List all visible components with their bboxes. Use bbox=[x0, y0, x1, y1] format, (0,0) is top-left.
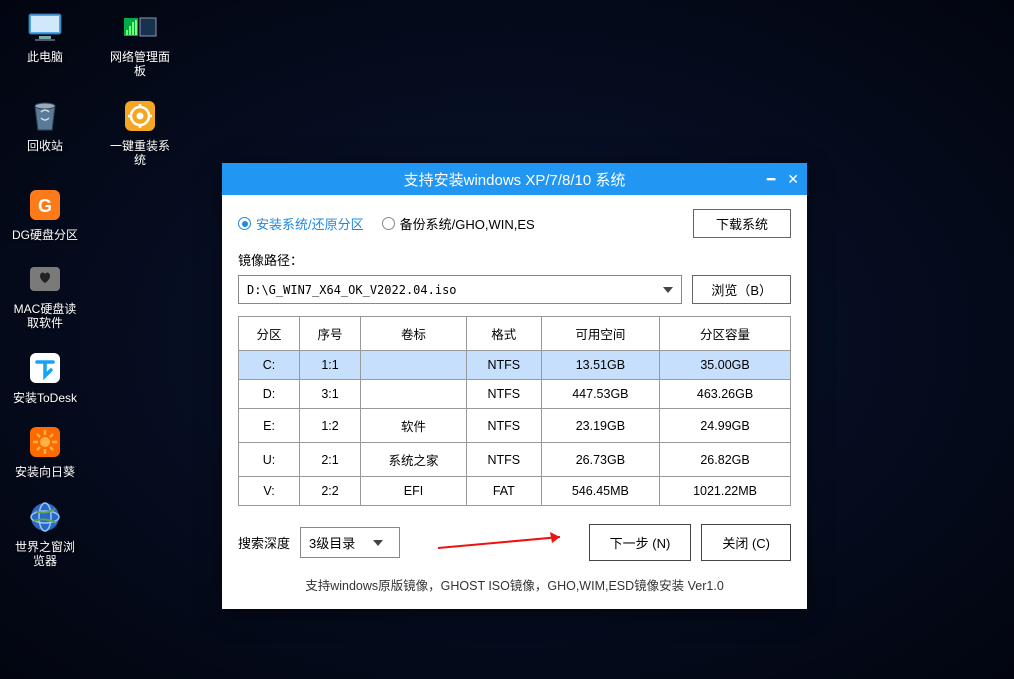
theworld-browser-icon bbox=[24, 498, 66, 536]
todesk-icon bbox=[24, 349, 66, 387]
desktop-icon-theworld-browser[interactable]: 世界之窗浏览器 bbox=[10, 498, 80, 569]
col-format: 格式 bbox=[466, 317, 541, 351]
red-arrow-indicator bbox=[438, 531, 578, 553]
footer-text: 支持windows原版镜像，GHOST ISO镜像，GHO,WIM,ESD镜像安… bbox=[238, 575, 791, 599]
table-row[interactable]: V: 2:2 EFI FAT 546.45MB 1021.22MB bbox=[239, 477, 791, 506]
desktop-icon-this-pc[interactable]: 此电脑 bbox=[10, 8, 80, 79]
radio-label: 备份系统/GHO,WIN,ES bbox=[400, 214, 535, 233]
col-total: 分区容量 bbox=[660, 317, 791, 351]
desktop-icon-network-panel[interactable]: 网络管理面板 bbox=[105, 8, 175, 79]
desktop-label: 世界之窗浏览器 bbox=[10, 540, 80, 569]
table-row[interactable]: C: 1:1 NTFS 13.51GB 35.00GB bbox=[239, 351, 791, 380]
desktop-label: MAC硬盘读取软件 bbox=[10, 302, 80, 331]
minimize-button[interactable]: ━ bbox=[767, 171, 775, 188]
chevron-down-icon bbox=[373, 540, 383, 546]
svg-text:G: G bbox=[38, 196, 52, 216]
image-path-value: D:\G_WIN7_X64_OK_V2022.04.iso bbox=[247, 283, 457, 297]
search-depth-value: 3级目录 bbox=[309, 533, 355, 552]
image-path-label: 镜像路径： bbox=[238, 250, 791, 269]
table-row[interactable]: U: 2:1 系统之家 NTFS 26.73GB 26.82GB bbox=[239, 443, 791, 477]
desktop-label: 安装向日葵 bbox=[15, 465, 75, 479]
dialog-body: 安装系统/还原分区 备份系统/GHO,WIN,ES 下载系统 镜像路径： D:\… bbox=[222, 195, 807, 609]
install-dialog: 支持安装windows XP/7/8/10 系统 ━ ✕ 安装系统/还原分区 备… bbox=[222, 163, 807, 609]
sunflower-icon bbox=[24, 423, 66, 461]
image-path-dropdown[interactable]: D:\G_WIN7_X64_OK_V2022.04.iso bbox=[238, 275, 682, 304]
partition-table: 分区 序号 卷标 格式 可用空间 分区容量 C: 1:1 NTFS 13.51G… bbox=[238, 316, 791, 506]
col-volume: 卷标 bbox=[361, 317, 467, 351]
search-depth-select[interactable]: 3级目录 bbox=[300, 527, 400, 558]
desktop-icon-recycle-bin[interactable]: 回收站 bbox=[10, 97, 80, 168]
network-panel-icon bbox=[119, 8, 161, 46]
col-index: 序号 bbox=[300, 317, 361, 351]
recycle-bin-icon bbox=[24, 97, 66, 135]
mac-disk-icon bbox=[24, 260, 66, 298]
desktop-label: 回收站 bbox=[27, 139, 63, 153]
chevron-down-icon bbox=[663, 287, 673, 293]
browse-button[interactable]: 浏览（B） bbox=[692, 275, 791, 304]
close-button[interactable]: 关闭 (C) bbox=[701, 524, 791, 561]
desktop-icon-sunflower[interactable]: 安装向日葵 bbox=[10, 423, 80, 479]
desktop-icon-diskgenius[interactable]: G DG硬盘分区 bbox=[10, 186, 80, 242]
titlebar[interactable]: 支持安装windows XP/7/8/10 系统 ━ ✕ bbox=[222, 163, 807, 195]
radio-backup[interactable]: 备份系统/GHO,WIN,ES bbox=[382, 214, 535, 233]
dialog-title: 支持安装windows XP/7/8/10 系统 bbox=[404, 169, 626, 190]
table-row[interactable]: E: 1:2 软件 NTFS 23.19GB 24.99GB bbox=[239, 409, 791, 443]
desktop-icons: 此电脑 网络管理面板 回收站 一键重装系统 G DG硬盘分区 bbox=[10, 8, 175, 568]
desktop-label: 安装ToDesk bbox=[13, 391, 77, 405]
next-button[interactable]: 下一步 (N) bbox=[589, 524, 692, 561]
desktop-label: 一键重装系统 bbox=[105, 139, 175, 168]
table-row[interactable]: D: 3:1 NTFS 447.53GB 463.26GB bbox=[239, 380, 791, 409]
radio-install-restore[interactable]: 安装系统/还原分区 bbox=[238, 214, 364, 233]
col-partition: 分区 bbox=[239, 317, 300, 351]
diskgenius-icon: G bbox=[24, 186, 66, 224]
desktop-icon-reinstall[interactable]: 一键重装系统 bbox=[105, 97, 175, 168]
this-pc-icon bbox=[24, 8, 66, 46]
desktop-icon-todesk[interactable]: 安装ToDesk bbox=[10, 349, 80, 405]
desktop-label: 网络管理面板 bbox=[105, 50, 175, 79]
desktop-label: DG硬盘分区 bbox=[12, 228, 78, 242]
col-free: 可用空间 bbox=[541, 317, 659, 351]
reinstall-icon bbox=[119, 97, 161, 135]
desktop-icon-mac-disk[interactable]: MAC硬盘读取软件 bbox=[10, 260, 80, 331]
desktop-label: 此电脑 bbox=[27, 50, 63, 64]
close-x-button[interactable]: ✕ bbox=[787, 171, 799, 188]
radio-label: 安装系统/还原分区 bbox=[256, 214, 364, 233]
search-depth-label: 搜索深度 bbox=[238, 533, 290, 552]
download-system-button[interactable]: 下载系统 bbox=[693, 209, 791, 238]
